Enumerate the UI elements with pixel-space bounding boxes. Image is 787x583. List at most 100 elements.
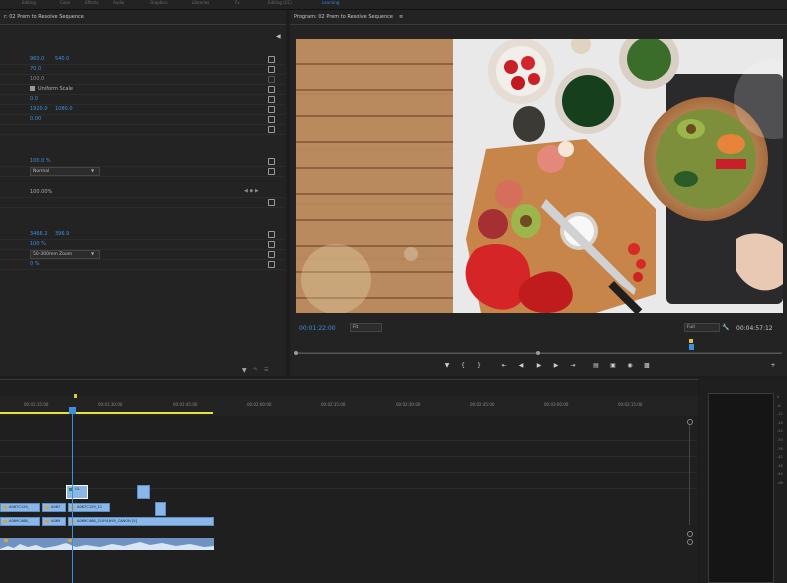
scroll-handle[interactable] <box>687 419 693 425</box>
workspace-tab[interactable]: Audio <box>113 0 124 5</box>
clip-v1c[interactable]: A067C129_11 <box>68 503 110 512</box>
lens-position-y[interactable]: 396.9 <box>55 231 69 237</box>
reset-icon[interactable] <box>268 116 275 123</box>
timeline-playhead[interactable] <box>69 407 76 414</box>
row-blank-2 <box>0 197 285 208</box>
reset-icon[interactable] <box>268 56 275 63</box>
play-icon[interactable]: ▶ <box>534 362 544 369</box>
export-icon[interactable]: ↷ <box>253 367 257 373</box>
db-label: -36 <box>777 446 783 451</box>
fx-badge-icon <box>45 506 49 509</box>
row-blend-mode: Normal ▼ <box>0 166 285 177</box>
step-back-icon[interactable]: ◀ <box>516 362 526 369</box>
workspace-tab[interactable]: Fx <box>235 0 240 5</box>
position-y[interactable]: 540.0 <box>55 56 69 62</box>
zoom-handle-left[interactable] <box>294 351 298 355</box>
clip-v0b[interactable]: A069 <box>42 517 66 526</box>
mark-in-icon[interactable]: { <box>458 362 468 369</box>
timeline-scrollbar[interactable] <box>689 425 690 525</box>
program-timecode-current[interactable]: 00:01:22:00 <box>299 325 336 332</box>
scroll-handle[interactable] <box>687 531 693 537</box>
add-button-icon[interactable]: + <box>768 362 778 369</box>
export-frame-icon[interactable]: ◉ <box>625 362 635 369</box>
scale-value[interactable]: 70.0 <box>30 66 41 72</box>
step-forward-icon[interactable]: ▶ <box>551 362 561 369</box>
clip-small[interactable] <box>155 502 166 516</box>
clip-v0a[interactable]: A069C468_ <box>0 517 40 526</box>
go-to-in-icon[interactable]: ⇤ <box>499 362 509 369</box>
workspace-tab[interactable]: Editing (CC) <box>268 0 292 5</box>
db-label: -48 <box>777 463 783 468</box>
rotation-value[interactable]: 0.0 <box>30 96 38 102</box>
keyframe-nav-icon[interactable]: ◀ ◆ ▶ <box>244 188 259 194</box>
ruler-label: 00:01:15:00 <box>24 402 49 407</box>
clip-adjustment[interactable] <box>137 485 150 499</box>
reset-icon[interactable] <box>268 199 275 206</box>
panel-menu-icon[interactable]: ≡ <box>399 14 403 20</box>
antiflicker-value[interactable]: 0.00 <box>30 116 41 122</box>
track-v5 <box>0 424 697 441</box>
clip-graphic[interactable]: Gl. <box>66 485 88 499</box>
timeline-marker[interactable] <box>74 394 77 398</box>
time-remap-value[interactable]: 100.00% <box>30 189 52 195</box>
db-label: 0 <box>777 395 780 399</box>
zoom-fit-select[interactable]: Fit <box>350 323 382 332</box>
reset-icon[interactable] <box>268 261 275 268</box>
mark-out-icon[interactable]: } <box>474 362 484 369</box>
filter-icon[interactable]: ▼ <box>242 367 247 374</box>
workspace-tab-active[interactable]: Learning <box>322 0 339 5</box>
timeline-playhead-line[interactable] <box>72 409 73 583</box>
reset-icon[interactable] <box>268 231 275 238</box>
reset-icon[interactable] <box>268 86 275 93</box>
wrench-icon[interactable]: 🔧 <box>722 324 729 331</box>
program-playhead[interactable] <box>689 344 694 350</box>
zoom-handle-right[interactable] <box>536 351 540 355</box>
go-to-out-icon[interactable]: ⇥ <box>568 362 578 369</box>
workspace-tab[interactable]: Editing <box>22 0 36 5</box>
ruler-label: 00:02:45:00 <box>470 402 495 407</box>
collapse-arrow-icon[interactable]: ◀ <box>276 33 281 40</box>
reset-icon[interactable] <box>268 251 275 258</box>
lens-position-x[interactable]: 3466.2 <box>30 231 48 237</box>
blend-mode-select[interactable]: Normal <box>30 167 100 176</box>
db-label: -dB <box>777 480 783 485</box>
workspace-tab[interactable]: Color <box>60 0 70 5</box>
comparison-view-icon[interactable]: ▩ <box>642 362 652 369</box>
clip-v0c[interactable]: A069C468_21091695_CANON [V] <box>68 517 214 526</box>
reset-icon[interactable] <box>268 96 275 103</box>
reset-icon[interactable] <box>268 106 275 113</box>
reset-icon[interactable] <box>268 66 275 73</box>
reset-icon[interactable] <box>268 126 275 133</box>
position-x[interactable]: 960.0 <box>30 56 44 62</box>
anchor-y[interactable]: 1080.0 <box>55 106 73 112</box>
work-area-bar[interactable] <box>0 412 213 414</box>
track-v4 <box>0 440 697 457</box>
blend-original-value[interactable]: 0 % <box>30 261 40 267</box>
add-marker-icon[interactable]: ▼ <box>442 362 452 369</box>
lift-icon[interactable]: ▤ <box>591 362 601 369</box>
reset-icon[interactable] <box>268 158 275 165</box>
settings-icon[interactable]: ☰ <box>264 367 268 373</box>
extract-icon[interactable]: ▣ <box>608 362 618 369</box>
clip-label: A067C129_ <box>9 505 30 509</box>
anchor-x[interactable]: 1920.0 <box>30 106 48 112</box>
opacity-value[interactable]: 100.0 % <box>30 158 51 164</box>
uniform-scale-checkbox[interactable] <box>30 86 35 91</box>
ruler-label: 00:02:00:00 <box>247 402 272 407</box>
clip-v1a[interactable]: A067C129_ <box>0 503 40 512</box>
audio-clip[interactable] <box>0 538 214 550</box>
lens-brightness-value[interactable]: 100 % <box>30 241 46 247</box>
clip-label: A069C468_21091695_CANON [V] <box>77 519 138 523</box>
reset-icon[interactable] <box>268 241 275 248</box>
reset-icon[interactable] <box>268 168 275 175</box>
scroll-handle[interactable] <box>687 539 693 545</box>
lens-type-select[interactable]: 50-300mm Zoom <box>30 250 100 259</box>
workspace-tab[interactable]: Effects <box>85 0 99 5</box>
clip-label: Gl. <box>75 487 80 491</box>
clip-v1b[interactable]: A067 <box>42 503 66 512</box>
workspace-tab[interactable]: Graphics <box>150 0 168 5</box>
in-point-marker[interactable] <box>689 339 693 343</box>
db-scale: 0 -6 -12 -18 -24 -30 -36 -42 -48 -54 -dB <box>777 393 783 488</box>
resolution-select[interactable]: Full <box>684 323 720 332</box>
workspace-tab[interactable]: Libraries <box>192 0 209 5</box>
